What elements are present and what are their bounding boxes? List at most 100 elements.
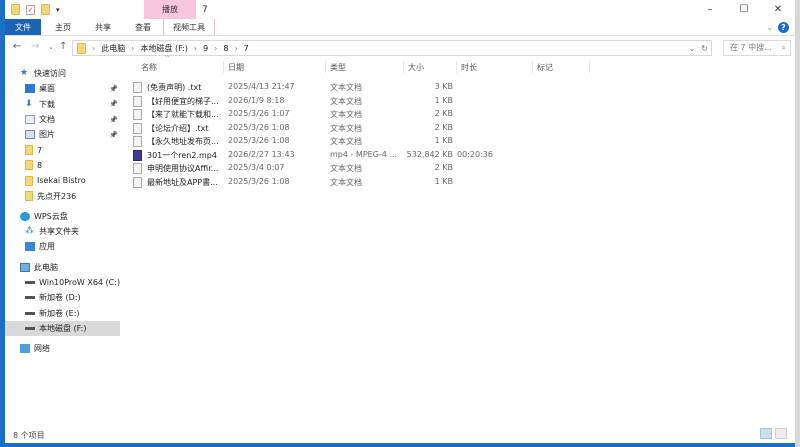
pin-icon[interactable]: 📌 xyxy=(109,85,118,93)
sidebar-item[interactable]: 8 xyxy=(5,158,120,173)
maximize-button[interactable]: ☐ xyxy=(727,0,761,20)
sidebar-item-label: 应用 xyxy=(39,242,55,252)
file-date: 2025/3/4 0:07 xyxy=(228,163,285,172)
file-size: 2 KB xyxy=(434,109,453,118)
video-file-icon xyxy=(133,149,142,161)
properties-icon[interactable]: ✓ xyxy=(26,4,35,15)
file-type: mp4 - MPEG-4 ... xyxy=(330,149,398,159)
sidebar-item-label: 先点开236 xyxy=(37,191,77,201)
sidebar-item-label: 文档 xyxy=(39,115,55,125)
file-name: 301一个ren2.mp4 xyxy=(147,150,217,160)
column-date[interactable]: 日期 xyxy=(228,62,244,73)
address-bar[interactable]: › 此电脑 › 本地磁盘 (F:) › 9 › 8 › 7 ⌄ ↻ xyxy=(72,40,712,56)
sidebar-item[interactable]: Win10ProW X64 (C:) xyxy=(5,275,120,290)
file-type: 文本文档 xyxy=(330,177,362,187)
file-name: 【好用便宜的梯子... xyxy=(147,96,219,106)
sidebar-item-label: 本地磁盘 (F:) xyxy=(39,323,87,333)
file-row[interactable]: 301一个ren2.mp4 2026/2/27 13:43 mp4 - MPEG-4… xyxy=(129,149,493,163)
file-size: 1 KB xyxy=(434,176,453,186)
breadcrumb-item[interactable]: 8 xyxy=(223,44,228,53)
sidebar-item-label: 新加卷 (D:) xyxy=(39,293,81,303)
sidebar-item[interactable]: 网络 xyxy=(5,341,120,356)
column-duration[interactable]: 时长 xyxy=(461,62,477,73)
apps-icon xyxy=(25,242,35,252)
status-item-count: 8 个项目 xyxy=(13,431,45,440)
refresh-icon[interactable]: ↻ xyxy=(701,44,711,53)
sidebar-item-label: 下载 xyxy=(39,99,55,109)
sidebar-item[interactable]: Isekai Bistro xyxy=(5,173,120,188)
customize-dropdown-icon[interactable]: ▾ xyxy=(56,6,60,14)
pin-icon[interactable]: 📌 xyxy=(109,131,118,139)
sidebar-item[interactable]: 新加卷 (D:) xyxy=(5,290,120,305)
sidebar-item[interactable]: 新加卷 (E:) xyxy=(5,305,120,320)
tab-home[interactable]: 主页 xyxy=(41,19,83,35)
file-row[interactable]: 【论坛介绍】.txt 2025/3/26 1:08 文本文档 2 KB xyxy=(129,122,489,136)
up-button[interactable]: ↑ xyxy=(59,41,67,52)
sidebar-item[interactable]: 此电脑 xyxy=(5,260,120,275)
sidebar-item-label: 此电脑 xyxy=(34,262,58,272)
file-date: 2026/1/9 8:18 xyxy=(228,95,285,105)
star-icon: ★ xyxy=(20,68,29,79)
file-row[interactable]: 【好用便宜的梯子... 2026/1/9 8:18 文本文档 1 KB xyxy=(129,95,489,109)
column-size[interactable]: 大小 xyxy=(408,62,424,73)
file-row[interactable]: 最新地址及APP書... 2025/3/26 1:08 文本文档 1 KB xyxy=(129,176,489,190)
column-tags[interactable]: 标记 xyxy=(537,62,553,73)
tab-file[interactable]: 文件 xyxy=(5,19,41,35)
file-type: 文本文档 xyxy=(330,83,362,92)
sidebar-item-label: 新加卷 (E:) xyxy=(39,308,80,318)
close-button[interactable]: ✕ xyxy=(761,0,795,20)
file-row[interactable]: (免责声明) .txt 2025/4/13 21:47 文本文档 3 KB xyxy=(129,81,489,95)
drive-icon xyxy=(25,281,35,284)
text-file-icon xyxy=(133,95,142,107)
new-folder-icon[interactable] xyxy=(41,4,50,15)
sidebar-item[interactable]: 应用 xyxy=(5,239,120,254)
column-name[interactable]: 名称 xyxy=(141,62,157,73)
sidebar-item[interactable]: ⬇ 下载 📌 xyxy=(5,97,120,112)
sidebar-item[interactable]: ⁂ 共享文件夹 xyxy=(5,224,120,239)
file-size: 3 KB xyxy=(434,82,453,91)
pin-icon[interactable]: 📌 xyxy=(109,116,118,124)
back-button[interactable]: ← xyxy=(13,41,21,52)
navigation-bar: ← → ⌄ ↑ › 此电脑 › 本地磁盘 (F:) › 9 › 8 › 7 ⌄ ↻ 在 7… xyxy=(5,38,795,58)
sort-ascending-icon: ^ xyxy=(165,55,171,62)
breadcrumb-item[interactable]: 9 xyxy=(203,44,208,53)
text-file-icon xyxy=(133,82,142,93)
file-row[interactable]: 【来了就能下载和... 2025/3/26 1:07 文本文档 2 KB xyxy=(129,108,489,122)
sidebar-item[interactable]: 7 xyxy=(5,142,120,157)
sidebar-item[interactable]: 文档 📌 xyxy=(5,112,120,127)
cloud-icon xyxy=(20,211,30,221)
sidebar-item[interactable]: WPS云盘 xyxy=(5,209,120,224)
quick-access-toolbar: ✓ ▾ xyxy=(11,4,60,15)
recent-dropdown-icon[interactable]: ⌄ xyxy=(48,43,54,51)
breadcrumb-item[interactable]: 此电脑 xyxy=(101,43,125,54)
background-window xyxy=(795,0,800,447)
large-icons-view-button[interactable] xyxy=(775,428,787,439)
sidebar-item[interactable]: 图片 📌 xyxy=(5,127,120,142)
column-type[interactable]: 类型 xyxy=(330,62,346,73)
minimize-button[interactable]: – xyxy=(693,0,727,20)
text-file-icon xyxy=(133,109,142,120)
file-row[interactable]: 申明使用协议Affir... 2025/3/4 0:07 文本文档 2 KB xyxy=(129,162,489,176)
file-row[interactable]: 【永久地址发布页... 2025/3/26 1:08 文本文档 1 KB xyxy=(129,135,489,149)
expand-ribbon-icon[interactable]: ⌄ xyxy=(766,23,773,32)
search-input[interactable]: 在 7 中搜... ⌕ xyxy=(723,40,791,56)
explorer-window: ✓ ▾ 播放 7 – ☐ ✕ 文件 主页 共享 查看 视频工具 ⌄ ? ← → … xyxy=(5,0,795,443)
file-size: 2 KB xyxy=(434,122,453,132)
sidebar-item[interactable]: 先点开236 xyxy=(5,188,120,203)
help-icon[interactable]: ? xyxy=(778,22,789,33)
sidebar-item[interactable]: 本地磁盘 (F:) xyxy=(5,320,120,337)
file-name: 最新地址及APP書... xyxy=(147,177,218,187)
forward-button[interactable]: → xyxy=(31,41,39,52)
computer-icon xyxy=(20,262,30,272)
file-name: 【论坛介绍】.txt xyxy=(147,123,209,133)
tab-view[interactable]: 查看 xyxy=(123,19,163,35)
breadcrumb-item[interactable]: 本地磁盘 (F:) xyxy=(140,43,187,54)
tab-video-tools[interactable]: 视频工具 xyxy=(163,19,215,35)
tab-share[interactable]: 共享 xyxy=(83,19,123,35)
details-view-button[interactable] xyxy=(760,428,772,439)
pin-icon[interactable]: 📌 xyxy=(109,100,118,108)
sidebar-item[interactable]: ★ 快速访问 xyxy=(5,66,120,81)
address-dropdown-icon[interactable]: ⌄ xyxy=(689,44,696,53)
sidebar-item[interactable]: 桌面 📌 xyxy=(5,81,120,96)
breadcrumb-item[interactable]: 7 xyxy=(244,44,249,53)
